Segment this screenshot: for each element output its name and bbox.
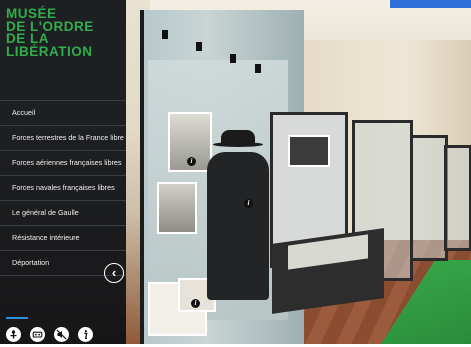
menu-item-forces-terrestres[interactable]: Forces terrestres de la France libre	[0, 125, 126, 150]
museum-logo[interactable]: MUSÉE DE L'ORDRE DE LA LIBÉRATION	[6, 7, 122, 59]
sidebar: MUSÉE DE L'ORDRE DE LA LIBÉRATION Accuei…	[0, 0, 126, 344]
menu-item-resistance-interieure[interactable]: Résistance intérieure	[0, 225, 126, 250]
info-hotspot-icon[interactable]: i	[191, 299, 200, 308]
exhibit-photo	[288, 135, 330, 167]
info-icon[interactable]	[78, 327, 93, 342]
uniform-mannequin	[207, 130, 269, 300]
hat-brim	[213, 142, 263, 147]
menu-item-accueil[interactable]: Accueil	[0, 100, 126, 125]
ceiling-spotlight	[255, 64, 261, 73]
exhibit-photo	[157, 182, 197, 234]
coat	[207, 152, 269, 300]
display-case	[410, 135, 448, 261]
top-tab[interactable]	[390, 0, 471, 8]
navigation-menu: Accueil Forces terrestres de la France l…	[0, 100, 126, 276]
info-hotspot-icon[interactable]: i	[187, 157, 196, 166]
chevron-left-icon: ‹	[111, 265, 117, 280]
collapse-menu-button[interactable]: ‹	[104, 263, 124, 283]
mute-sound-icon[interactable]	[54, 327, 69, 342]
logo-line: LIBÉRATION	[6, 43, 93, 59]
ceiling-spotlight	[162, 30, 168, 39]
footer-controls	[6, 327, 93, 342]
info-hotspot-icon[interactable]: i	[244, 199, 253, 208]
vr-headset-icon[interactable]	[30, 327, 45, 342]
menu-item-general-de-gaulle[interactable]: Le général de Gaulle	[0, 200, 126, 225]
ceiling-spotlight	[196, 42, 202, 51]
menu-item-forces-navales[interactable]: Forces navales françaises libres	[0, 175, 126, 200]
menu-item-forces-aeriennes[interactable]: Forces aériennes françaises libres	[0, 150, 126, 175]
gyroscope-icon[interactable]	[6, 327, 21, 342]
display-case	[444, 145, 471, 251]
ceiling-spotlight	[230, 54, 236, 63]
accent-bar	[6, 317, 28, 319]
